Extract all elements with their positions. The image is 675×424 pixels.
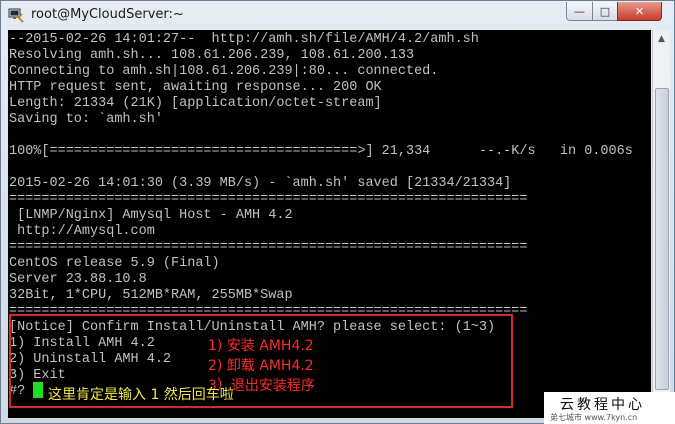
terminal-line: 32Bit, 1*CPU, 512MB*RAM, 255MB*Swap — [9, 288, 293, 303]
terminal-line: HTTP request sent, awaiting response... … — [9, 80, 382, 95]
scroll-up-icon[interactable]: ▲ — [653, 30, 670, 47]
watermark-logo: 云教程中心 弟七城市 www.7kyn.cn — [544, 392, 675, 424]
title-bar[interactable]: root@MyCloudServer:~ — □ ✕ — [1, 1, 674, 29]
terminal-line: --2015-02-26 14:01:27-- http://amh.sh/fi… — [9, 32, 479, 47]
terminal-line: ========================================… — [9, 192, 528, 207]
terminal-line: ========================================… — [9, 240, 528, 255]
terminal-line: Resolving amh.sh... 108.61.206.239, 108.… — [9, 48, 415, 63]
terminal-line: http://Amysql.com — [9, 224, 155, 239]
window-title: root@MyCloudServer:~ — [31, 7, 184, 22]
close-button[interactable]: ✕ — [617, 2, 662, 21]
putty-icon — [8, 8, 24, 23]
terminal-line: Saving to: `amh.sh' — [9, 112, 163, 127]
annotation-uninstall: 2) 卸载 AMH4.2 — [208, 358, 314, 374]
terminal-window: root@MyCloudServer:~ — □ ✕ --2015-02-26 … — [0, 0, 675, 424]
terminal-line: CentOS release 5.9 (Final) — [9, 256, 220, 271]
terminal-line: Length: 21334 (21K) [application/octet-s… — [9, 96, 382, 111]
watermark-subtitle: 弟七城市 www.7kyn.cn — [550, 413, 638, 422]
watermark-title: 云教程中心 — [560, 397, 645, 413]
terminal-line: Connecting to amh.sh|108.61.206.239|:80.… — [9, 64, 439, 79]
vertical-scrollbar[interactable]: ▲ ▼ — [652, 30, 670, 418]
annotation-hint: 这里肯定是输入 1 然后回车啦 — [48, 387, 234, 403]
terminal-line: [LNMP/Nginx] Amysql Host - AMH 4.2 — [9, 208, 293, 223]
annotation-install: 1) 安装 AMH4.2 — [208, 338, 314, 354]
maximize-button[interactable]: □ — [592, 2, 618, 21]
terminal-line: Server 23.88.10.8 — [9, 272, 147, 287]
scrollbar-thumb[interactable] — [655, 88, 669, 390]
terminal-line: 2015-02-26 14:01:30 (3.39 MB/s) - `amh.s… — [9, 176, 512, 191]
minimize-button[interactable]: — — [566, 2, 593, 21]
terminal-output[interactable]: --2015-02-26 14:01:27-- http://amh.sh/fi… — [8, 30, 651, 418]
terminal-line: 100%[===================================… — [9, 144, 633, 159]
